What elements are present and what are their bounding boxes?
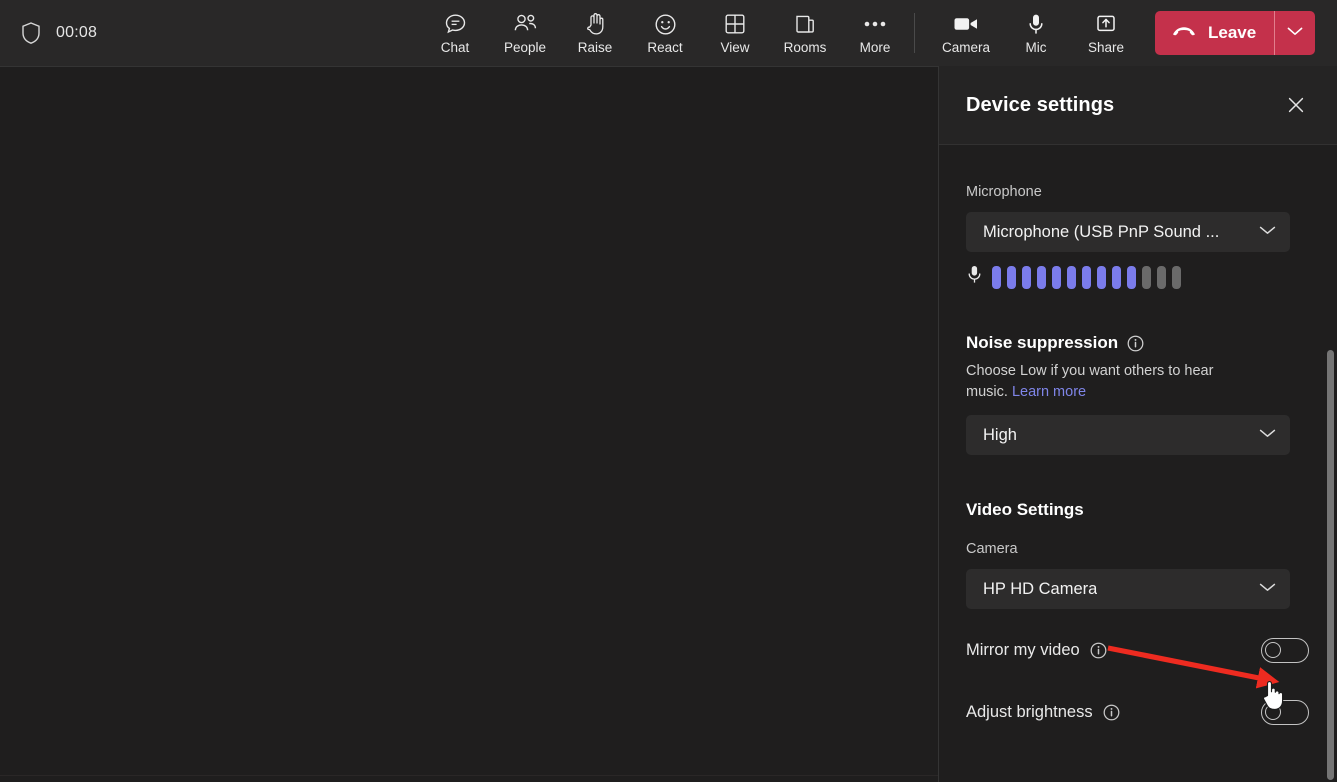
- noise-suppression-helper: Choose Low if you want others to hear mu…: [966, 361, 1238, 403]
- meeting-stage: [0, 66, 938, 782]
- toolbar-left-group: 00:08: [0, 21, 420, 45]
- toolbar-label-view: View: [720, 40, 750, 55]
- panel-scrollbar-thumb[interactable]: [1327, 350, 1334, 780]
- toolbar-button-react[interactable]: React: [630, 4, 700, 62]
- mirror-my-video-label: Mirror my video: [966, 640, 1080, 659]
- info-circle-icon[interactable]: [1103, 704, 1120, 721]
- toolbar-button-raise[interactable]: Raise: [560, 4, 630, 62]
- info-circle-icon[interactable]: [1090, 642, 1107, 659]
- chevron-down-icon: [1258, 426, 1277, 444]
- noise-suppression-title-row: Noise suppression: [966, 333, 1309, 353]
- leave-options-button[interactable]: [1275, 11, 1315, 55]
- microphone-level-bar: [1157, 266, 1166, 289]
- microphone-level-bars: [992, 266, 1181, 289]
- camera-select-value: HP HD Camera: [983, 579, 1098, 598]
- microphone-level-bar: [1172, 266, 1181, 289]
- info-circle-icon[interactable]: [1127, 335, 1144, 352]
- toolbar-button-chat[interactable]: Chat: [420, 4, 490, 62]
- microphone-level-meter: [966, 264, 1309, 291]
- noise-suppression-select[interactable]: High: [966, 415, 1290, 455]
- noise-suppression-helper-text: Choose Low if you want others to hear mu…: [966, 363, 1214, 400]
- camera-select[interactable]: HP HD Camera: [966, 569, 1290, 609]
- shield-icon: [20, 21, 42, 45]
- toolbar-label-camera: Camera: [941, 40, 990, 55]
- panel-scrollbar-track[interactable]: [1323, 66, 1337, 782]
- microphone-level-bar: [992, 266, 1001, 289]
- mirror-my-video-toggle[interactable]: [1261, 637, 1309, 663]
- toggle-knob: [1265, 642, 1281, 658]
- breakout-rooms-icon: [793, 11, 817, 37]
- view-grid-icon: [723, 11, 747, 37]
- hangup-phone-icon: [1171, 24, 1197, 43]
- microphone-level-bar: [1007, 266, 1016, 289]
- toolbar-center-group: Chat People Raise React View Rooms More: [420, 0, 910, 66]
- hand-pointer-cursor: [1262, 681, 1284, 711]
- microphone-level-bar: [1022, 266, 1031, 289]
- toolbar-button-view[interactable]: View: [700, 4, 770, 62]
- stage-bottom-divider: [0, 775, 938, 776]
- chevron-down-icon: [1258, 580, 1277, 598]
- adjust-brightness-label-group: Adjust brightness: [966, 703, 1120, 722]
- toolbar-label-people: People: [503, 40, 547, 55]
- toolbar-label-raise: Raise: [577, 40, 613, 55]
- video-settings-title: Video Settings: [966, 500, 1084, 519]
- microphone-level-bar: [1112, 266, 1121, 289]
- microphone-select-value: Microphone (USB PnP Sound ...: [983, 222, 1220, 241]
- microphone-select[interactable]: Microphone (USB PnP Sound ...: [966, 212, 1290, 252]
- share-screen-icon: [1094, 11, 1118, 37]
- toolbar-label-chat: Chat: [440, 40, 470, 55]
- people-icon: [512, 11, 539, 37]
- toolbar-button-mic[interactable]: Mic: [1001, 4, 1071, 62]
- panel-header: Device settings: [939, 66, 1337, 145]
- learn-more-link[interactable]: Learn more: [1012, 384, 1086, 400]
- more-ellipsis-icon: [862, 11, 888, 37]
- chevron-down-icon: [1286, 24, 1304, 42]
- toolbar-label-rooms: Rooms: [783, 40, 827, 55]
- teams-meeting-window: 00:08 Chat People Raise React View Rooms…: [0, 0, 1337, 782]
- panel-title: Device settings: [966, 93, 1115, 116]
- meeting-toolbar: 00:08 Chat People Raise React View Rooms…: [0, 0, 1337, 66]
- noise-suppression-select-value: High: [983, 425, 1017, 444]
- noise-suppression-title: Noise suppression: [966, 333, 1119, 352]
- toolbar-label-share: Share: [1087, 40, 1125, 55]
- microphone-icon: [1026, 11, 1046, 37]
- microphone-level-bar: [1097, 266, 1106, 289]
- microphone-label: Microphone: [966, 184, 1042, 200]
- toolbar-label-more: More: [859, 40, 891, 55]
- toolbar-button-rooms[interactable]: Rooms: [770, 4, 840, 62]
- microphone-level-bar: [1037, 266, 1046, 289]
- mirror-my-video-row: Mirror my video: [966, 635, 1309, 665]
- leave-button[interactable]: Leave: [1155, 11, 1316, 55]
- toolbar-button-people[interactable]: People: [490, 4, 560, 62]
- adjust-brightness-label: Adjust brightness: [966, 702, 1093, 721]
- leave-button-main[interactable]: Leave: [1155, 11, 1274, 55]
- chevron-down-icon: [1258, 223, 1277, 241]
- toolbar-divider: [914, 13, 915, 53]
- close-icon[interactable]: [1281, 90, 1311, 120]
- microphone-level-bar: [1082, 266, 1091, 289]
- toolbar-label-mic: Mic: [1025, 40, 1047, 55]
- raise-hand-icon: [584, 11, 607, 37]
- microphone-level-bar: [1142, 266, 1151, 289]
- device-settings-panel: Device settings Microphone Microphone (U…: [938, 66, 1337, 782]
- microphone-level-bar: [1052, 266, 1061, 289]
- microphone-level-bar: [1067, 266, 1076, 289]
- toolbar-button-more[interactable]: More: [840, 4, 910, 62]
- toolbar-button-share[interactable]: Share: [1071, 4, 1141, 62]
- chat-icon: [443, 11, 468, 37]
- microphone-level-bar: [1127, 266, 1136, 289]
- toolbar-button-camera[interactable]: Camera: [931, 4, 1001, 62]
- meeting-timer: 00:08: [56, 24, 98, 41]
- microphone-level-icon: [966, 264, 983, 291]
- camera-icon: [952, 11, 980, 37]
- camera-label: Camera: [966, 541, 1018, 557]
- toolbar-label-react: React: [647, 40, 683, 55]
- mirror-my-video-label-group: Mirror my video: [966, 641, 1107, 660]
- react-smiley-icon: [653, 11, 678, 37]
- toolbar-media-group: Camera Mic Share Leave: [931, 0, 1316, 66]
- leave-button-label: Leave: [1208, 23, 1257, 42]
